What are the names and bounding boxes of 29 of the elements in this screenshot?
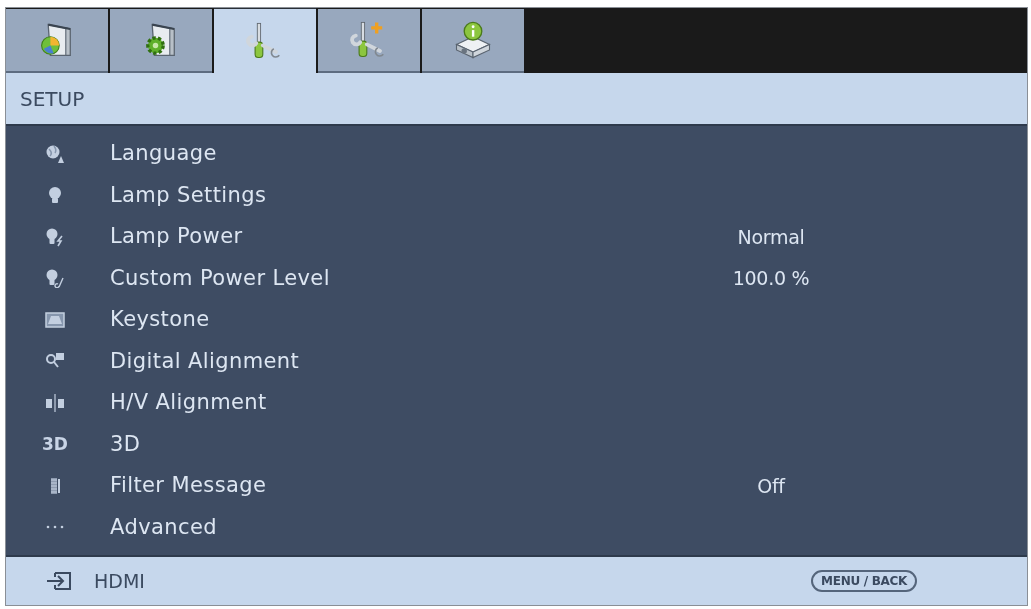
menu-value: 100.0 % bbox=[732, 266, 810, 291]
menu-back-button[interactable]: MENU / BACK bbox=[811, 570, 917, 592]
bulb-bolt-icon bbox=[45, 226, 65, 247]
menu-label[interactable]: Filter Message bbox=[110, 470, 701, 502]
icon-label: 3D bbox=[42, 432, 68, 456]
globe-icon bbox=[45, 143, 65, 164]
menu-label[interactable]: Advanced bbox=[110, 511, 701, 543]
menu-label[interactable]: Keystone bbox=[110, 304, 701, 336]
menu-label[interactable]: Lamp Settings bbox=[110, 179, 701, 211]
menu-tab[interactable] bbox=[422, 9, 524, 73]
keystone-screen-icon bbox=[45, 309, 65, 330]
menu-label[interactable]: H/V Alignment bbox=[110, 387, 701, 419]
dots-icon bbox=[45, 525, 65, 530]
menu-label[interactable]: Custom Power Level bbox=[110, 262, 701, 294]
menu-tab[interactable] bbox=[318, 9, 420, 73]
section-title: SETUP bbox=[20, 85, 85, 113]
bulb-curve-icon bbox=[45, 268, 65, 289]
menu-label[interactable]: Digital Alignment bbox=[110, 345, 701, 377]
menu-value: Off bbox=[757, 473, 785, 499]
source-label: HDMI bbox=[94, 568, 146, 594]
split-alignment-icon bbox=[45, 392, 65, 413]
menu-label[interactable]: 3D bbox=[110, 428, 701, 460]
input-icon bbox=[46, 571, 72, 591]
menu-tab[interactable] bbox=[110, 9, 212, 73]
menu-label[interactable]: Lamp Power bbox=[110, 221, 701, 253]
menu-tab[interactable] bbox=[214, 8, 316, 73]
menu-value: Normal bbox=[737, 224, 805, 250]
menu-tab[interactable] bbox=[6, 9, 108, 73]
menu-label[interactable]: Language bbox=[110, 138, 701, 170]
